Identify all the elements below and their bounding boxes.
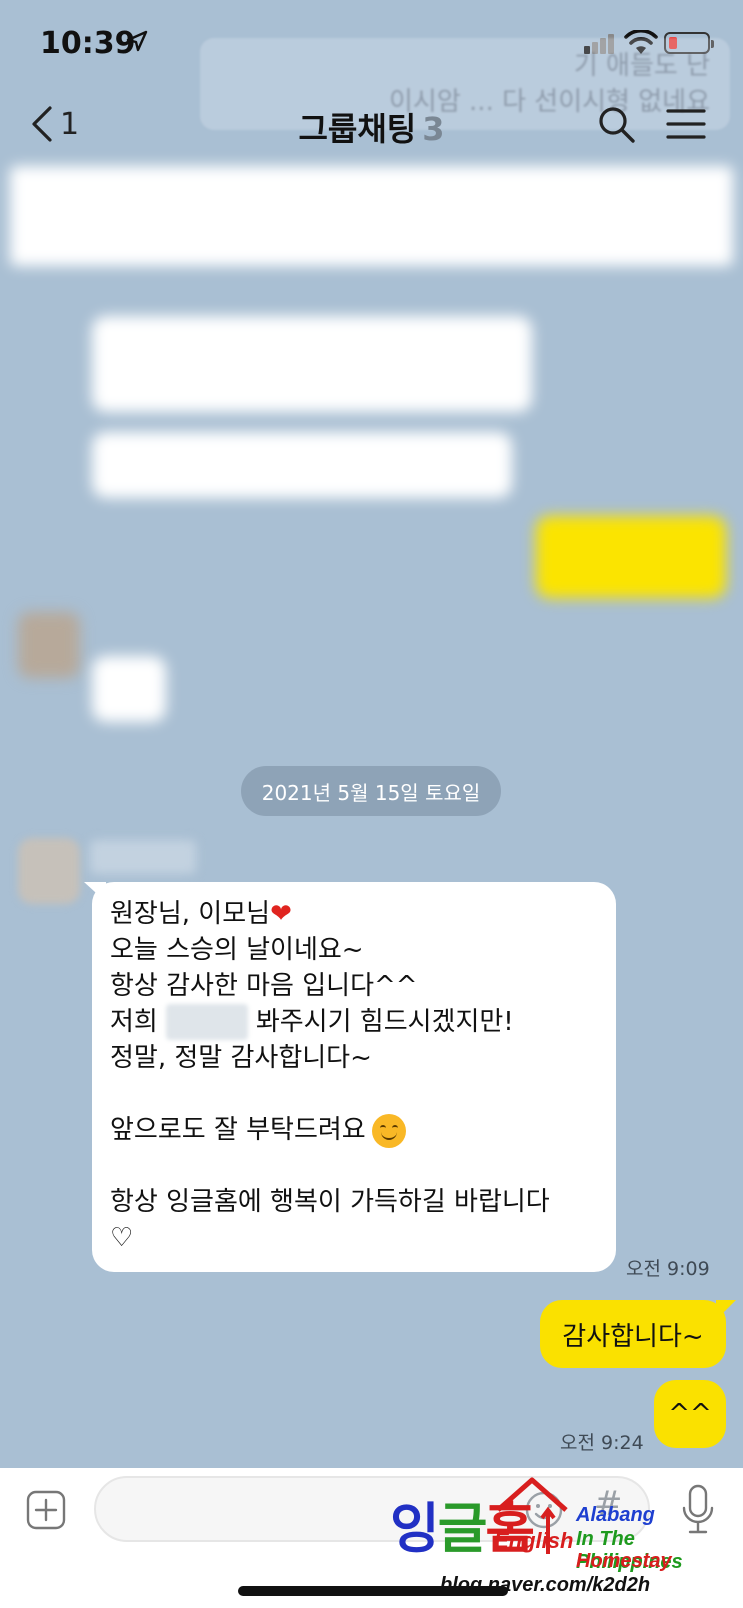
outgoing-message-bubble[interactable]: ^^ [654,1380,726,1448]
message-text: 원장님, 이모님 [110,899,271,929]
message-text: 앞으로도 잘 부탁드려요 [110,1115,366,1145]
message-text: 저희 [110,1007,158,1037]
blurred-message [92,316,532,412]
message-text: ^^ [668,1399,712,1429]
blurred-message [92,656,166,722]
smiling-face-icon [371,1113,406,1148]
message-line: 앞으로도 잘 부탁드려요 [110,1112,598,1148]
pinned-notice-blurred[interactable] [10,166,733,266]
message-line: 항상 감사한 마음 입니다^^ [110,971,418,1001]
watermark-char: 글 [437,1497,488,1560]
message-text: 봐주시기 힘드시겠지만! [255,1007,514,1037]
message-line: 저희 봐주시기 힘드시겠지만! [110,1004,598,1040]
message-timestamp: 오전 9:24 [560,1432,644,1454]
watermark-english: English [494,1528,574,1553]
blurred-my-message [536,516,726,598]
plus-icon[interactable] [26,1490,66,1530]
menu-icon[interactable] [666,108,706,140]
chat-header: 1 그룹채팅 3 [0,88,743,164]
blurred-avatar [18,612,80,678]
censored-text [165,1004,248,1040]
incoming-message-bubble[interactable]: 원장님, 이모님❤ 오늘 스승의 날이네요~ 항상 감사한 마음 입니다^^ 저… [92,882,616,1272]
ghost-line-1: 기 애들도 난 [573,51,710,81]
member-count: 3 [422,110,445,148]
message-line: 정말, 정말 감사합니다~ [110,1043,372,1073]
search-icon[interactable] [596,104,636,144]
home-indicator[interactable] [238,1586,508,1596]
message-line: 오늘 스승의 날이네요~ [110,935,364,965]
blurred-message [92,432,512,498]
chat-title-text: 그룹채팅 [298,110,417,148]
message-text: 감사합니다~ [562,1321,704,1352]
watermark-line-1: Alabang [576,1504,655,1526]
message-line: ♡ [110,1223,134,1253]
location-arrow-icon [126,30,148,52]
message-timestamp: 오전 9:09 [626,1258,710,1280]
watermark-line-3: Homestay [576,1550,672,1572]
watermark-char: 잉 [390,1497,440,1560]
sender-name-blurred [90,840,196,874]
message-line: 원장님, 이모님❤ [110,896,598,932]
status-time: 10:39 [40,26,136,61]
heart-icon: ❤ [270,899,292,929]
outgoing-message-bubble[interactable]: 감사합니다~ [540,1300,726,1368]
message-line: 항상 잉글홈에 행복이 가득하길 바랍니다 [110,1187,550,1217]
avatar[interactable] [18,838,80,904]
date-divider: 2021년 5월 15일 토요일 [241,766,501,816]
